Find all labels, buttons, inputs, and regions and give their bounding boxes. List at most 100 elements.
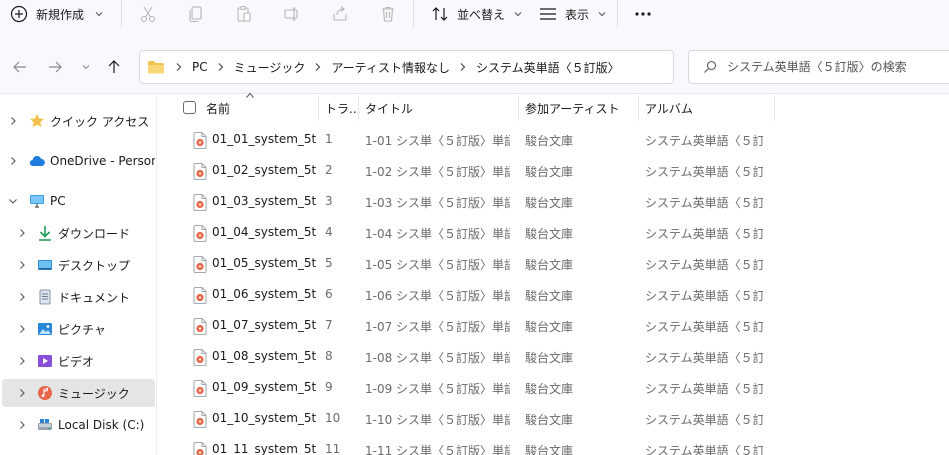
- column-divider[interactable]: [358, 95, 359, 121]
- chevron-right-icon[interactable]: [17, 292, 27, 302]
- file-name[interactable]: 01_04_system_5th: [212, 225, 316, 239]
- plus-circle-icon: [10, 5, 28, 23]
- column-header-album[interactable]: アルバム: [645, 95, 693, 121]
- share-button[interactable]: [329, 3, 351, 25]
- audio-file-icon: [193, 163, 207, 180]
- table-row[interactable]: 01_03_system_5th 3 1-03 シス単〈５訂版〉単語... 駿台文庫 シ…: [158, 187, 949, 218]
- table-row[interactable]: 01_10_system_5th 10 1-10 シス単〈５訂版〉単語... 駿台文庫…: [158, 404, 949, 435]
- track-number: 10: [325, 411, 341, 425]
- share-icon: [333, 6, 347, 21]
- rename-button[interactable]: [281, 3, 303, 25]
- breadcrumb-item-music[interactable]: ミュージック: [234, 59, 306, 76]
- contributing-artist: 駿台文庫: [525, 444, 574, 455]
- chevron-right-icon[interactable]: [17, 260, 27, 270]
- file-name[interactable]: 01_06_system_5th: [212, 287, 316, 301]
- back-button[interactable]: [11, 58, 29, 76]
- address-row: PC ミュージック アーティスト情報なし システム英単語〈５訂版〉: [0, 40, 949, 94]
- column-header-artist[interactable]: 参加アーティスト: [525, 95, 620, 121]
- chevron-right-icon[interactable]: [17, 356, 27, 366]
- table-row[interactable]: 01_06_system_5th 6 1-06 シス単〈５訂版〉単語... 駿台文庫 シ…: [158, 280, 949, 311]
- file-name[interactable]: 01_01_system_5th: [212, 132, 316, 146]
- file-name[interactable]: 01_02_system_5th: [212, 163, 316, 177]
- chevron-right-icon[interactable]: [17, 388, 27, 398]
- download-icon: [39, 226, 51, 241]
- cut-button[interactable]: [137, 3, 159, 25]
- sidebar-item-downloads[interactable]: ダウンロード: [0, 219, 155, 247]
- sidebar-item-music[interactable]: ミュージック: [2, 379, 155, 407]
- column-header-track[interactable]: トラ...: [325, 95, 360, 121]
- chevron-right-icon[interactable]: [8, 116, 18, 126]
- file-name[interactable]: 01_11_system_5th: [212, 442, 316, 455]
- breadcrumb-item-album[interactable]: システム英単語〈５訂版〉: [476, 59, 620, 76]
- file-name[interactable]: 01_08_system_5th: [212, 349, 316, 363]
- sidebar-item-videos[interactable]: ビデオ: [0, 347, 155, 375]
- cloud-icon: [29, 156, 45, 167]
- sidebar-item-desktop[interactable]: デスクトップ: [0, 251, 155, 279]
- track-number: 7: [325, 318, 333, 332]
- chevron-right-icon[interactable]: [8, 156, 18, 166]
- chevron-right-icon[interactable]: [17, 324, 27, 334]
- table-row[interactable]: 01_09_system_5th 9 1-09 シス単〈５訂版〉単語... 駿台文庫 シ…: [158, 373, 949, 404]
- column-divider[interactable]: [518, 95, 519, 121]
- track-title: 1-02 シス単〈５訂版〉単語...: [365, 165, 510, 179]
- audio-file-icon: [193, 287, 207, 304]
- sidebar-item-documents[interactable]: ドキュメント: [0, 283, 155, 311]
- table-row[interactable]: 01_08_system_5th 8 1-08 シス単〈５訂版〉単語... 駿台文庫 シ…: [158, 342, 949, 373]
- file-name[interactable]: 01_07_system_5th: [212, 318, 316, 332]
- chevron-right-icon: [176, 63, 182, 71]
- sidebar-item-pictures[interactable]: ピクチャ: [0, 315, 155, 343]
- table-row[interactable]: 01_07_system_5th 7 1-07 シス単〈５訂版〉単語... 駿台文庫 シ…: [158, 311, 949, 342]
- recent-locations-button[interactable]: [77, 58, 95, 76]
- music-icon: [38, 386, 52, 400]
- navigation-pane: クイック アクセス OneDrive - Personal PC ダウンロード …: [0, 95, 157, 455]
- column-divider[interactable]: [638, 95, 639, 121]
- chevron-down-icon[interactable]: [8, 196, 18, 206]
- column-header-title[interactable]: タイトル: [365, 95, 413, 121]
- chevron-right-icon: [460, 63, 466, 71]
- chevron-right-icon[interactable]: [17, 228, 27, 238]
- paste-button[interactable]: [233, 3, 255, 25]
- more-button[interactable]: [632, 4, 654, 24]
- up-button[interactable]: [105, 58, 123, 76]
- delete-button[interactable]: [377, 3, 399, 25]
- copy-button[interactable]: [185, 3, 207, 25]
- search-box[interactable]: [688, 50, 949, 84]
- select-all-checkbox[interactable]: [183, 101, 196, 114]
- contributing-artist: 駿台文庫: [525, 382, 574, 396]
- file-name[interactable]: 01_03_system_5th: [212, 194, 316, 208]
- table-row[interactable]: 01_05_system_5th 5 1-05 シス単〈５訂版〉単語... 駿台文庫 シ…: [158, 249, 949, 280]
- view-list-icon: [540, 8, 556, 20]
- album-name: システム英単語〈５訂...: [645, 351, 763, 365]
- track-number: 4: [325, 225, 333, 239]
- breadcrumb-item-pc[interactable]: PC: [192, 60, 208, 74]
- table-row[interactable]: 01_11_system_5th 11 1-11 シス単〈５訂版〉単語... 駿台文庫…: [158, 435, 949, 455]
- column-divider[interactable]: [774, 95, 775, 121]
- track-title: 1-05 シス単〈５訂版〉単語...: [365, 258, 510, 272]
- file-name[interactable]: 01_05_system_5th: [212, 256, 316, 270]
- table-row[interactable]: 01_04_system_5th 4 1-04 シス単〈５訂版〉単語... 駿台文庫 シ…: [158, 218, 949, 249]
- search-input[interactable]: [727, 60, 947, 74]
- table-row[interactable]: 01_01_system_5th 1 1-01 シス単〈５訂版〉単語... 駿台文庫 シ…: [158, 125, 949, 156]
- file-name[interactable]: 01_10_system_5th: [212, 411, 316, 425]
- sidebar-item-pc[interactable]: PC: [0, 187, 155, 215]
- file-name[interactable]: 01_09_system_5th: [212, 380, 316, 394]
- track-number: 3: [325, 194, 333, 208]
- new-button[interactable]: 新規作成: [10, 0, 104, 28]
- sidebar-item-quick-access[interactable]: クイック アクセス: [0, 107, 155, 135]
- track-title: 1-11 シス単〈５訂版〉単語...: [365, 444, 510, 455]
- sidebar-item-label: ビデオ: [58, 354, 95, 369]
- address-bar[interactable]: PC ミュージック アーティスト情報なし システム英単語〈５訂版〉: [139, 50, 803, 84]
- sidebar-item-local-disk[interactable]: Local Disk (C:): [0, 411, 155, 439]
- forward-button[interactable]: [46, 58, 64, 76]
- view-button[interactable]: 表示: [539, 0, 607, 28]
- breadcrumb-item-artist[interactable]: アーティスト情報なし: [331, 59, 450, 76]
- table-row[interactable]: 01_02_system_5th 2 1-02 シス単〈５訂版〉単語... 駿台文庫 シ…: [158, 156, 949, 187]
- sort-button[interactable]: 並べ替え: [431, 0, 523, 28]
- sidebar-item-onedrive[interactable]: OneDrive - Personal: [0, 147, 155, 175]
- column-divider[interactable]: [318, 95, 319, 121]
- sidebar-item-label: クイック アクセス: [50, 114, 150, 129]
- album-name: システム英単語〈５訂...: [645, 320, 763, 334]
- breadcrumb: PC ミュージック アーティスト情報なし システム英単語〈５訂版〉: [173, 59, 620, 76]
- column-header-name[interactable]: 名前: [206, 95, 230, 121]
- chevron-right-icon[interactable]: [17, 420, 27, 430]
